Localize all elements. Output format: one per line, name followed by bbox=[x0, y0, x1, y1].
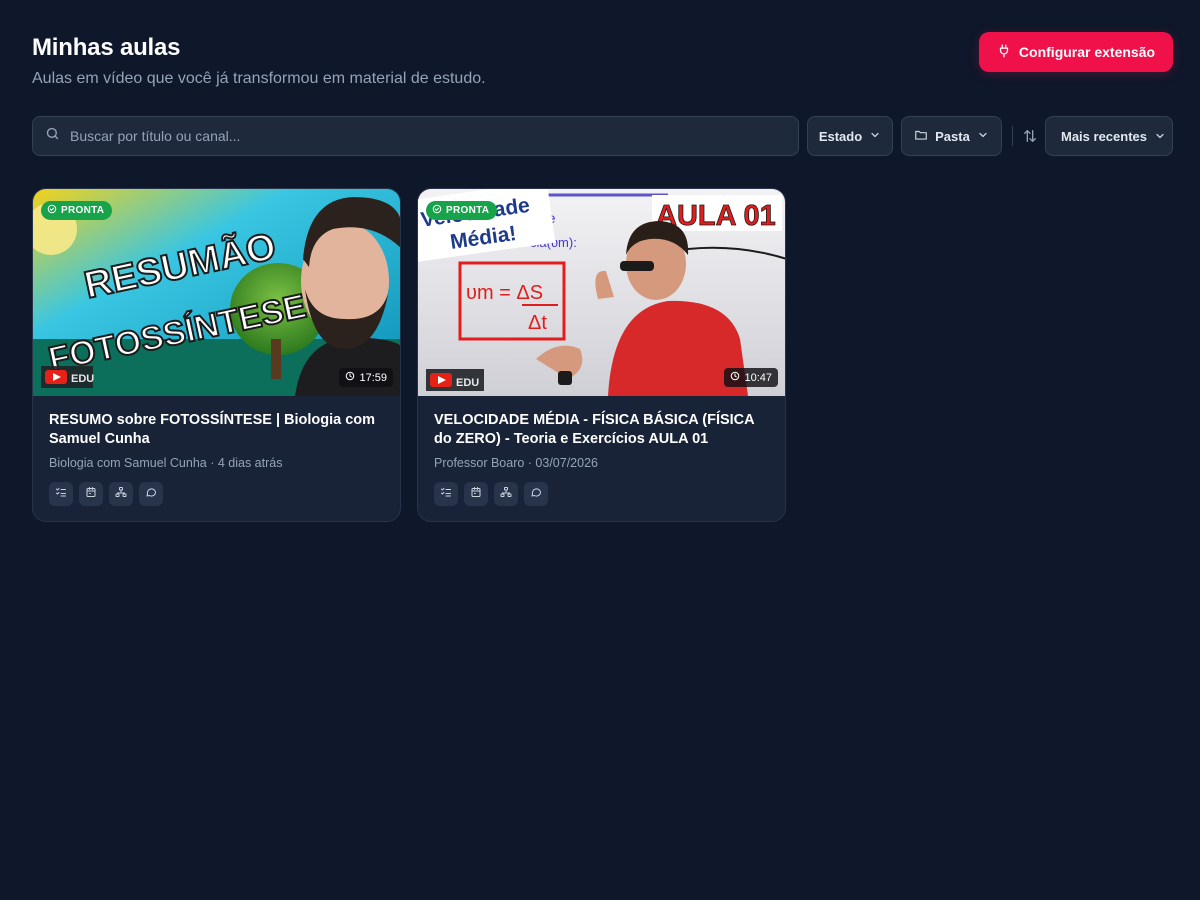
page: Minhas aulas Aulas em vídeo que você já … bbox=[32, 32, 1173, 522]
clock-icon bbox=[730, 371, 740, 384]
folder-filter-label: Pasta bbox=[935, 128, 970, 144]
chat-icon bbox=[145, 485, 157, 503]
filter-bar: Estado Pasta Mais recentes bbox=[32, 116, 1173, 156]
calendar-icon bbox=[470, 485, 482, 503]
sort-direction-icon[interactable] bbox=[1022, 128, 1038, 144]
calendar-button[interactable] bbox=[79, 482, 103, 506]
duration-label: 17:59 bbox=[359, 371, 387, 384]
search-icon bbox=[45, 126, 60, 146]
mindmap-button[interactable] bbox=[109, 482, 133, 506]
calendar-icon bbox=[85, 485, 97, 503]
status-badge: PRONTA bbox=[426, 201, 498, 220]
checklist-icon bbox=[440, 485, 452, 503]
status-badge-label: PRONTA bbox=[446, 205, 490, 216]
video-thumbnail[interactable]: RESUMÃO FOTOSSÍNTESE EDU PRONTA 17:59 bbox=[33, 189, 400, 396]
status-badge: PRONTA bbox=[41, 201, 113, 220]
configure-extension-button[interactable]: Configurar extensão bbox=[979, 32, 1173, 72]
mindmap-button[interactable] bbox=[494, 482, 518, 506]
thumb-formula-bottom: Δt bbox=[528, 312, 547, 334]
checklist-icon bbox=[55, 485, 67, 503]
chevron-down-icon bbox=[869, 129, 881, 144]
lesson-title[interactable]: RESUMO sobre FOTOSSÍNTESE | Biologia com… bbox=[49, 411, 379, 449]
chat-button[interactable] bbox=[524, 482, 548, 506]
check-circle-icon bbox=[432, 204, 442, 217]
chevron-down-icon bbox=[1154, 130, 1166, 145]
plug-icon bbox=[997, 44, 1011, 61]
page-header: Minhas aulas Aulas em vídeo que você já … bbox=[32, 32, 1173, 116]
checklist-button[interactable] bbox=[49, 482, 73, 506]
search-input[interactable] bbox=[70, 128, 750, 144]
chat-button[interactable] bbox=[139, 482, 163, 506]
duration-label: 10:47 bbox=[744, 371, 772, 384]
sort-select[interactable]: Mais recentes bbox=[1045, 116, 1173, 156]
filter-divider bbox=[1012, 126, 1013, 146]
status-filter-button[interactable]: Estado bbox=[807, 116, 893, 156]
lesson-card[interactable]: de cia(υm): υm = ΔS Δt Velocidade Média!… bbox=[417, 188, 786, 522]
lesson-actions bbox=[434, 482, 548, 506]
status-filter-label: Estado bbox=[818, 128, 863, 144]
clock-icon bbox=[345, 371, 355, 384]
lesson-actions bbox=[49, 482, 163, 506]
lesson-meta: Biologia com Samuel Cunha · 4 dias atrás bbox=[49, 456, 283, 470]
thumb-formula-top: υm = ΔS bbox=[466, 282, 543, 304]
mindmap-icon bbox=[500, 485, 512, 503]
configure-extension-label: Configurar extensão bbox=[1018, 44, 1156, 60]
chat-icon bbox=[530, 485, 542, 503]
check-circle-icon bbox=[47, 204, 57, 217]
video-thumbnail[interactable]: de cia(υm): υm = ΔS Δt Velocidade Média!… bbox=[418, 189, 785, 396]
thumb-logo: EDU bbox=[71, 373, 94, 385]
lesson-card[interactable]: RESUMÃO FOTOSSÍNTESE EDU PRONTA 17:59 RE… bbox=[32, 188, 401, 522]
lesson-title[interactable]: VELOCIDADE MÉDIA - FÍSICA BÁSICA (FÍSICA… bbox=[434, 411, 764, 449]
folder-filter-button[interactable]: Pasta bbox=[901, 116, 1002, 156]
checklist-button[interactable] bbox=[434, 482, 458, 506]
search-box bbox=[32, 116, 799, 156]
sort-select-value: Mais recentes bbox=[1061, 128, 1147, 144]
mindmap-icon bbox=[115, 485, 127, 503]
physics-thumbnail-art: de cia(υm): υm = ΔS Δt Velocidade Média!… bbox=[418, 189, 785, 396]
photosynthesis-thumbnail-art: RESUMÃO FOTOSSÍNTESE EDU bbox=[33, 189, 400, 396]
calendar-button[interactable] bbox=[464, 482, 488, 506]
duration-badge: 10:47 bbox=[724, 368, 778, 387]
duration-badge: 17:59 bbox=[339, 368, 393, 387]
thumb-logo: EDU bbox=[456, 377, 479, 389]
folder-icon bbox=[914, 128, 928, 145]
chevron-down-icon bbox=[977, 129, 989, 144]
lesson-meta: Professor Boaro · 03/07/2026 bbox=[434, 456, 598, 470]
status-badge-label: PRONTA bbox=[61, 205, 105, 216]
